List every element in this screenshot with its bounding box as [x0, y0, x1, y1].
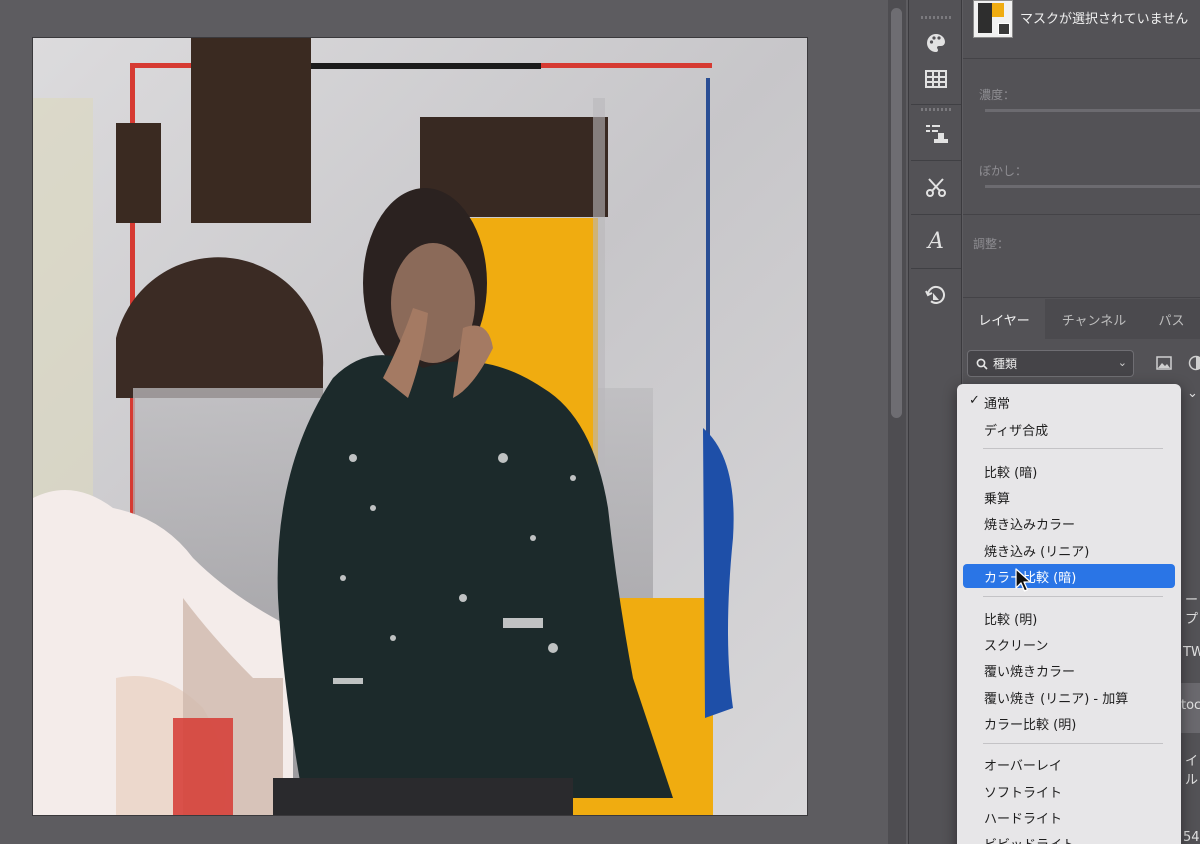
menu-item-screen[interactable]: スクリーン	[963, 632, 1175, 656]
menu-item-linear-dodge[interactable]: 覆い焼き (リニア) - 加算	[963, 685, 1175, 709]
panel-icon-strip: A	[908, 0, 962, 844]
menu-item-label: カラー比較 (明)	[984, 717, 1077, 733]
menu-item-label: カラー比較 (暗)	[984, 570, 1077, 586]
layer-comps-icon[interactable]	[915, 112, 957, 154]
adjustment-filter-icon[interactable]	[1187, 354, 1200, 372]
adjust-label: 調整：	[973, 237, 1010, 251]
tab-channels[interactable]: チャンネル	[1045, 299, 1143, 339]
scrollbar-thumb[interactable]	[891, 8, 902, 418]
properties-mask-row: マスクが選択されていません	[963, 0, 1200, 48]
menu-item-label: 比較 (明)	[984, 612, 1038, 628]
divider	[963, 58, 1200, 59]
tab-paths[interactable]: パス	[1143, 299, 1200, 339]
menu-item-soft-light[interactable]: ソフトライト	[963, 779, 1175, 803]
density-slider[interactable]	[985, 109, 1200, 112]
feather-slider[interactable]	[985, 185, 1200, 188]
mask-status-label: マスクが選択されていません	[1020, 12, 1189, 27]
character-icon[interactable]: A	[915, 220, 957, 262]
menu-item-label: ディザ合成	[984, 423, 1049, 439]
menu-item-label: 焼き込みカラー	[984, 517, 1076, 533]
tool-divider	[911, 104, 961, 105]
document-canvas[interactable]	[33, 38, 807, 815]
menu-item-linear-burn[interactable]: 焼き込み (リニア)	[963, 538, 1175, 562]
layer-mask-thumbnail[interactable]	[973, 0, 1013, 38]
menu-separator	[983, 448, 1163, 449]
menu-item-darker-color[interactable]: カラー比較 (暗)	[963, 564, 1175, 588]
blend-mode-menu: ✓ 通常 ディザ合成 比較 (暗) 乗算 焼き込みカラー 焼き込み (リニア) …	[957, 384, 1181, 844]
layer-control-chevron[interactable]: ⌄	[1187, 386, 1198, 401]
menu-item-dissolve[interactable]: ディザ合成	[963, 417, 1175, 441]
collage-artwork	[33, 38, 807, 815]
menu-item-multiply[interactable]: 乗算	[963, 485, 1175, 509]
layer-name-fragment: ープ	[1185, 593, 1199, 627]
menu-item-lighter-color[interactable]: カラー比較 (明)	[963, 711, 1175, 735]
image-filter-icon[interactable]	[1155, 354, 1173, 372]
layer-filter-select[interactable]: 種類 ⌄	[967, 350, 1134, 377]
chevron-down-icon: ⌄	[1117, 356, 1127, 369]
search-icon	[976, 358, 988, 370]
layer-name-fragment: tock	[1181, 698, 1200, 713]
menu-item-label: ビビッドライト	[984, 834, 1075, 844]
tool-divider	[911, 268, 961, 269]
panel-grip[interactable]	[921, 108, 951, 111]
divider	[963, 214, 1200, 215]
menu-item-label: オーバーレイ	[984, 758, 1062, 774]
checkmark-icon: ✓	[969, 393, 980, 408]
density-label: 濃度：	[979, 88, 1016, 102]
menu-item-label: 覆い焼き (リニア) - 加算	[984, 691, 1129, 707]
menu-item-label: 焼き込み (リニア)	[984, 544, 1090, 560]
feather-label: ぼかし：	[979, 164, 1028, 178]
history-brush-icon[interactable]	[915, 274, 957, 316]
menu-item-darken[interactable]: 比較 (暗)	[963, 459, 1175, 483]
menu-item-color-dodge[interactable]: 覆い焼きカラー	[963, 658, 1175, 682]
menu-item-label: スクリーン	[984, 638, 1049, 654]
menu-item-normal[interactable]: ✓ 通常	[963, 390, 1175, 414]
layer-name-fragment: 547	[1183, 830, 1200, 844]
menu-item-label: 通常	[984, 396, 1011, 412]
menu-item-overlay[interactable]: オーバーレイ	[963, 752, 1175, 776]
menu-item-label: 覆い焼きカラー	[984, 664, 1076, 680]
menu-separator	[983, 596, 1163, 597]
panel-grip[interactable]	[921, 16, 951, 19]
menu-separator	[983, 743, 1163, 744]
tool-divider	[911, 214, 961, 215]
menu-item-label: 比較 (暗)	[984, 465, 1038, 481]
menu-item-lighten[interactable]: 比較 (明)	[963, 606, 1175, 630]
layer-name-fragment: イル	[1185, 754, 1199, 788]
tab-layers[interactable]: レイヤー	[963, 299, 1045, 339]
table-icon[interactable]	[915, 58, 957, 100]
layers-panel-tabs: レイヤー チャンネル パス	[963, 299, 1200, 339]
menu-item-vivid-light[interactable]: ビビッドライト	[963, 831, 1175, 844]
filter-kind-label: 種類	[993, 357, 1018, 371]
menu-item-label: ソフトライト	[984, 785, 1063, 801]
photoshop-window: A マスクが選択されていません 濃度： ぼかし： 調整： レイヤー チャンネル …	[0, 0, 1200, 844]
layer-name-fragment: TW	[1183, 645, 1200, 660]
divider	[963, 297, 1200, 298]
vertical-scrollbar[interactable]	[888, 0, 906, 844]
menu-item-label: 乗算	[984, 491, 1011, 507]
tool-divider	[911, 160, 961, 161]
menu-item-color-burn[interactable]: 焼き込みカラー	[963, 511, 1175, 535]
tool-presets-icon[interactable]	[915, 166, 957, 208]
workspace	[0, 0, 884, 844]
menu-item-hard-light[interactable]: ハードライト	[963, 805, 1175, 829]
menu-item-label: ハードライト	[984, 811, 1063, 827]
